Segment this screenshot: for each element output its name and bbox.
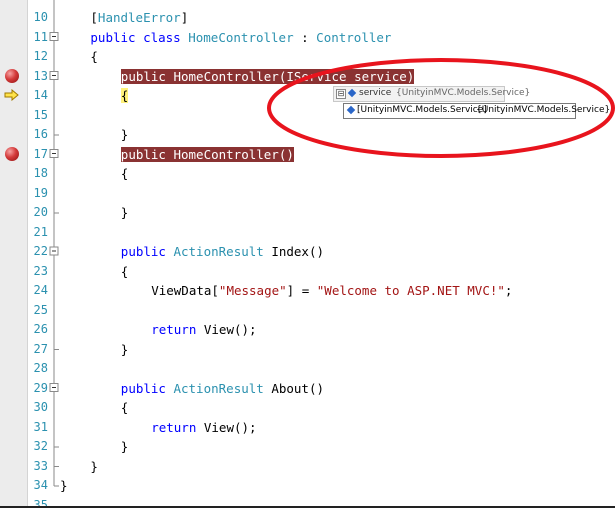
- code-token: [: [90, 10, 98, 25]
- line-number: 29: [33, 380, 48, 395]
- code-text: {: [121, 398, 129, 417]
- line-number: 21: [33, 224, 48, 239]
- code-token: }: [90, 458, 98, 474]
- field-icon: [347, 88, 357, 98]
- collapse-icon[interactable]: ⊟: [336, 89, 346, 99]
- code-token: }: [60, 478, 68, 493]
- datatip-root-row[interactable]: ⊟ service {UnityinMVC.Models.Service}: [333, 86, 530, 102]
- code-text: {: [90, 47, 98, 66]
- datatip-child-name: [UnityinMVC.Models.Service]: [357, 105, 487, 115]
- code-token: ] =: [286, 283, 317, 298]
- code-text: {: [121, 164, 129, 183]
- line-number: 20: [33, 205, 48, 219]
- line-number: 11: [33, 29, 48, 44]
- line-number: 35: [33, 497, 48, 507]
- code-token: public HomeController(): [120, 146, 294, 162]
- code-token: {: [90, 49, 98, 64]
- code-text: public HomeController(IService service): [120, 67, 415, 86]
- line-number: 16: [33, 127, 48, 141]
- code-text: [HandleError]: [90, 8, 188, 27]
- code-text: public ActionResult About(): [121, 379, 324, 398]
- code-text: }: [90, 457, 98, 476]
- code-token: ActionResult: [173, 244, 264, 259]
- code-token: View();: [203, 322, 257, 337]
- datatip-value: {UnityinMVC.Models.Service}: [396, 88, 531, 98]
- line-number: 25: [33, 302, 48, 317]
- code-token: HandleError: [97, 10, 181, 25]
- code-token: }: [120, 127, 129, 142]
- collapse-icon[interactable]: [49, 149, 59, 158]
- code-text: return View();: [151, 320, 256, 339]
- code-token: public HomeController(IService service): [120, 68, 415, 84]
- code-text: public class HomeController : Controller: [90, 28, 391, 47]
- code-text: {: [121, 262, 129, 281]
- datatip-child-value: {UnityinMVC.Models.Service}: [476, 105, 611, 115]
- line-number: 26: [33, 322, 48, 336]
- code-token: "Message": [218, 283, 287, 298]
- line-number: 27: [33, 341, 48, 356]
- line-number: 10: [33, 10, 48, 24]
- code-token: public class: [90, 29, 189, 45]
- collapse-icon[interactable]: [49, 71, 59, 80]
- line-number: 15: [33, 107, 48, 122]
- code-token: return: [151, 419, 204, 435]
- field-icon: [346, 105, 356, 115]
- line-number: 32: [33, 439, 48, 453]
- code-token: return: [151, 322, 204, 337]
- datatip-name: service: [359, 88, 392, 98]
- code-editor[interactable]: 10 [HandleError] 11 public class HomeContro…: [0, 0, 615, 506]
- code-token: public: [120, 380, 174, 396]
- line-number: 28: [33, 361, 48, 375]
- code-text: }: [121, 203, 129, 222]
- code-token: About(): [263, 380, 325, 396]
- line-number: 30: [33, 400, 48, 414]
- code-token: {: [120, 400, 129, 415]
- code-token: View();: [203, 419, 257, 435]
- code-text: ViewData["Message"] = "Welcome to ASP.NE…: [151, 281, 512, 300]
- code-token: :: [293, 29, 317, 45]
- code-text: public HomeController(): [120, 145, 294, 164]
- line-number: 33: [33, 458, 48, 473]
- collapse-icon[interactable]: [49, 246, 59, 256]
- code-token: public: [120, 244, 174, 259]
- datatip-child-row[interactable]: [UnityinMVC.Models.Service] {UnityinMVC.…: [343, 103, 610, 119]
- line-number: 31: [33, 419, 48, 434]
- code-token: "Welcome to ASP.NET MVC!": [316, 283, 505, 298]
- code-token: Index(): [263, 244, 325, 259]
- code-token: }: [120, 205, 129, 220]
- code-token: {: [120, 166, 129, 181]
- code-token: }: [120, 439, 129, 454]
- line-number: 14: [33, 88, 48, 102]
- code-token: ActionResult: [173, 380, 264, 396]
- line-number: 34: [33, 478, 48, 492]
- code-token: }: [120, 341, 129, 357]
- bottom-border: [0, 506, 615, 508]
- line-number: 17: [33, 146, 48, 161]
- code-text: }: [121, 340, 129, 359]
- code-token: ViewData[: [151, 283, 219, 298]
- line-number: 19: [33, 185, 48, 200]
- line-number: 13: [33, 68, 48, 83]
- code-text: }: [121, 437, 129, 456]
- line-number: 18: [33, 166, 48, 180]
- code-token: HomeController: [188, 29, 294, 45]
- line-number: 22: [33, 244, 48, 258]
- code-token: Controller: [316, 29, 392, 45]
- code-text: return View();: [151, 418, 256, 437]
- code-text: public ActionResult Index(): [121, 242, 324, 261]
- code-token: {: [120, 263, 129, 279]
- collapse-icon[interactable]: [49, 32, 59, 41]
- line-number: 24: [33, 283, 48, 297]
- code-text: }: [60, 476, 68, 495]
- code-text: }: [121, 125, 129, 144]
- code-token: {: [120, 88, 129, 103]
- line-number: 12: [33, 49, 48, 63]
- line-number: 23: [33, 263, 48, 278]
- code-token: ;: [504, 283, 513, 298]
- collapse-icon[interactable]: [49, 383, 59, 392]
- code-text: {: [120, 86, 129, 105]
- code-token: ]: [180, 10, 189, 25]
